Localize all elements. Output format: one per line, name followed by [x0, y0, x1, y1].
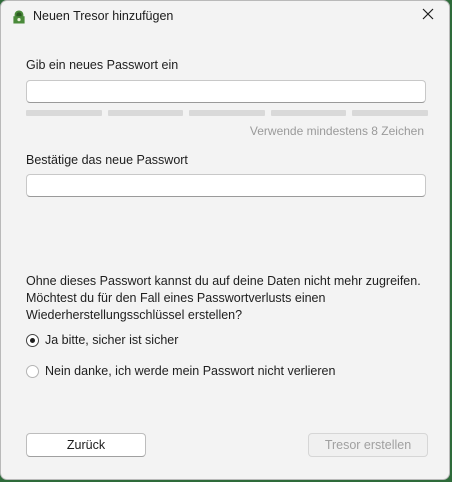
recovery-yes-option[interactable]: Ja bitte, sicher ist sicher: [26, 333, 178, 347]
radio-button-selected[interactable]: [26, 333, 39, 347]
strength-segment: [352, 110, 428, 116]
password-field[interactable]: [26, 80, 426, 103]
confirm-password-label: Bestätige das neue Passwort: [26, 153, 188, 167]
close-button[interactable]: [407, 1, 449, 31]
recovery-info-text: Ohne dieses Passwort kannst du auf deine…: [26, 274, 421, 322]
strength-segment: [270, 110, 347, 116]
title-bar: Neuen Tresor hinzufügen: [1, 1, 449, 33]
strength-segment: [26, 110, 102, 116]
create-vault-button[interactable]: Tresor erstellen: [308, 433, 428, 457]
window-title: Neuen Tresor hinzufügen: [33, 9, 174, 23]
recovery-no-label: Nein danke, ich werde mein Passwort nich…: [45, 364, 336, 378]
password-hint: Verwende mindestens 8 Zeichen: [249, 124, 424, 138]
back-button[interactable]: Zurück: [26, 433, 146, 457]
strength-segment: [107, 110, 184, 116]
add-vault-dialog: Neuen Tresor hinzufügen Gib ein neues Pa…: [0, 0, 450, 480]
password-strength-meter: [26, 110, 428, 116]
recovery-no-option[interactable]: Nein danke, ich werde mein Passwort nich…: [26, 364, 335, 378]
strength-segment: [189, 110, 265, 116]
recovery-yes-label: Ja bitte, sicher ist sicher: [45, 333, 179, 347]
close-icon: [422, 7, 434, 25]
radio-button-unselected[interactable]: [26, 364, 39, 378]
password-label: Gib ein neues Passwort ein: [26, 58, 179, 72]
confirm-password-field[interactable]: [26, 174, 426, 197]
cryptomator-vault-icon: [11, 9, 27, 25]
